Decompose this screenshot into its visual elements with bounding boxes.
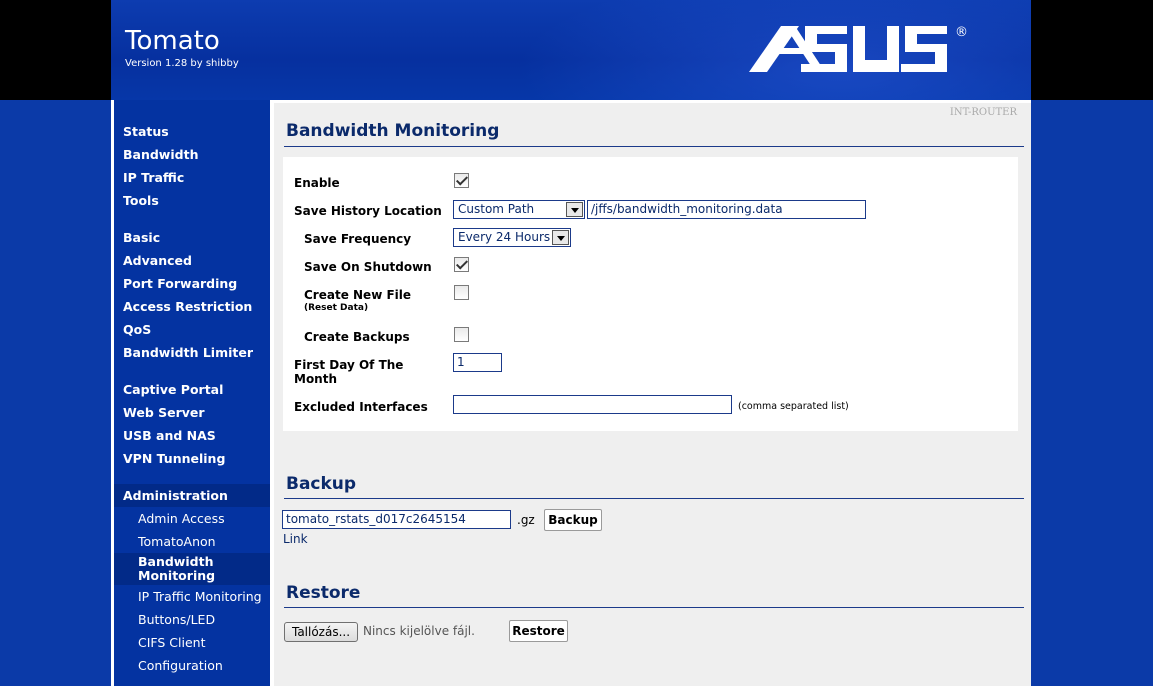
app-title: Tomato xyxy=(125,26,220,56)
create-backups-checkbox[interactable] xyxy=(454,327,469,342)
router-name: INT-ROUTER xyxy=(949,107,1017,118)
enable-label: Enable xyxy=(294,176,340,190)
save-frequency-label: Save Frequency xyxy=(304,232,412,246)
sidebar-item-qos[interactable]: QoS xyxy=(114,318,270,341)
create-new-file-label: Create New File (Reset Data) xyxy=(304,288,411,313)
sidebar-sub-configuration[interactable]: Configuration xyxy=(114,654,270,677)
chevron-down-icon xyxy=(552,230,569,245)
save-on-shutdown-checkbox[interactable] xyxy=(454,257,469,272)
sidebar-sub-ip-traffic-monitoring[interactable]: IP Traffic Monitoring xyxy=(114,585,270,608)
browse-file-button[interactable]: Tallózás... xyxy=(284,622,358,642)
first-day-input[interactable]: 1 xyxy=(453,353,502,372)
section-title-bandwidth-monitoring: Bandwidth Monitoring xyxy=(286,121,500,141)
section-divider xyxy=(284,607,1024,608)
backup-button[interactable]: Backup xyxy=(544,509,602,531)
sidebar-item-usb-nas[interactable]: USB and NAS xyxy=(114,424,270,447)
header-banner: Tomato Version 1.28 by shibby ® xyxy=(111,0,1031,100)
save-history-value: Custom Path xyxy=(458,202,535,216)
section-title-backup: Backup xyxy=(286,474,357,494)
save-history-select[interactable]: Custom Path xyxy=(453,200,585,219)
excluded-interfaces-note: (comma separated list) xyxy=(738,401,849,412)
sidebar-item-access-restriction[interactable]: Access Restriction xyxy=(114,295,270,318)
main-panel: INT-ROUTER Bandwidth Monitoring Enable S… xyxy=(274,103,1031,686)
chevron-down-icon xyxy=(566,202,583,217)
enable-checkbox[interactable] xyxy=(454,173,469,188)
save-history-path-input[interactable]: /jffs/bandwidth_monitoring.data xyxy=(587,200,866,219)
backup-filename-input[interactable]: tomato_rstats_d017c2645154 xyxy=(282,510,511,529)
backup-extension: .gz xyxy=(517,513,535,527)
excluded-interfaces-label: Excluded Interfaces xyxy=(294,400,428,414)
sidebar-item-tools[interactable]: Tools xyxy=(114,189,270,212)
sidebar-item-port-forwarding[interactable]: Port Forwarding xyxy=(114,272,270,295)
no-file-selected-text: Nincs kijelölve fájl. xyxy=(363,624,475,638)
sidebar-item-advanced[interactable]: Advanced xyxy=(114,249,270,272)
create-new-file-checkbox[interactable] xyxy=(454,285,469,300)
content-area: Status Bandwidth IP Traffic Tools Basic … xyxy=(111,100,1031,686)
section-divider xyxy=(284,498,1024,499)
section-divider xyxy=(284,146,1024,147)
app-version: Version 1.28 by shibby xyxy=(125,58,239,69)
section-title-restore: Restore xyxy=(286,583,361,603)
create-backups-label: Create Backups xyxy=(304,330,410,344)
save-history-label: Save History Location xyxy=(294,204,442,218)
create-new-file-sublabel: (Reset Data) xyxy=(304,303,369,313)
asus-logo: ® xyxy=(749,25,968,72)
settings-panel: Enable Save History Location Custom Path… xyxy=(283,157,1018,431)
first-day-label-line1: First Day Of The xyxy=(294,358,404,372)
backup-link[interactable]: Link xyxy=(283,532,308,546)
restore-button[interactable]: Restore xyxy=(509,620,568,642)
first-day-label-line2: Month xyxy=(294,372,338,386)
sidebar-sub-tomatoanon[interactable]: TomatoAnon xyxy=(114,530,270,553)
save-frequency-value: Every 24 Hours xyxy=(458,230,551,244)
sidebar-item-bandwidth-limiter[interactable]: Bandwidth Limiter xyxy=(114,341,270,364)
sidebar-sub-buttons-led[interactable]: Buttons/LED xyxy=(114,608,270,631)
sidebar-item-ip-traffic[interactable]: IP Traffic xyxy=(114,166,270,189)
sidebar-item-bandwidth[interactable]: Bandwidth xyxy=(114,143,270,166)
sidebar-item-web-server[interactable]: Web Server xyxy=(114,401,270,424)
sidebar-sub-bandwidth-monitoring[interactable]: Bandwidth Monitoring xyxy=(114,553,270,585)
registered-mark: ® xyxy=(955,25,968,40)
save-on-shutdown-label: Save On Shutdown xyxy=(304,260,432,274)
sidebar-item-basic[interactable]: Basic xyxy=(114,226,270,249)
create-new-file-text: Create New File xyxy=(304,288,412,302)
sidebar: Status Bandwidth IP Traffic Tools Basic … xyxy=(114,100,270,686)
first-day-label: First Day Of The Month xyxy=(294,358,403,386)
sidebar-sub-admin-access[interactable]: Admin Access xyxy=(114,507,270,530)
sidebar-item-captive-portal[interactable]: Captive Portal xyxy=(114,378,270,401)
sidebar-sub-cifs-client[interactable]: CIFS Client xyxy=(114,631,270,654)
save-frequency-select[interactable]: Every 24 Hours xyxy=(453,228,571,247)
sidebar-item-administration[interactable]: Administration xyxy=(114,484,270,507)
sidebar-item-vpn-tunneling[interactable]: VPN Tunneling xyxy=(114,447,270,470)
excluded-interfaces-input[interactable] xyxy=(453,395,732,414)
sidebar-item-status[interactable]: Status xyxy=(114,120,270,143)
